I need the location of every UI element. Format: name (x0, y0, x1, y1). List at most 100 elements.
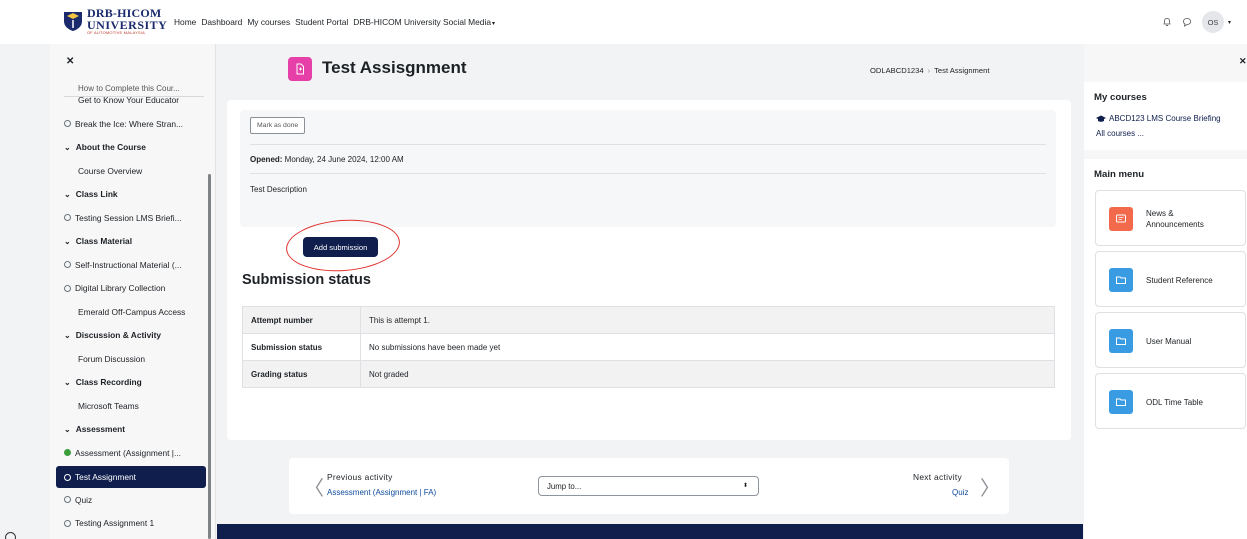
course-index-item[interactable]: Get to Know Your Educator (78, 95, 179, 105)
course-index-item[interactable]: Break the Ice: Where Stran... (64, 119, 183, 129)
previous-activity-link[interactable]: Assessment (Assignment | FA) (327, 488, 436, 497)
chevron-left-icon[interactable]: 〈 (304, 472, 324, 501)
course-index-item[interactable]: Digital Library Collection (64, 283, 165, 293)
message-icon[interactable] (1182, 17, 1192, 27)
breadcrumb-course[interactable]: ODLABCD1234 (870, 66, 924, 75)
table-key: Grading status (242, 360, 361, 388)
my-courses-title: My courses (1094, 92, 1147, 103)
submission-status-table: Attempt number This is attempt 1. Submis… (242, 306, 1055, 388)
all-courses-link[interactable]: All courses ... (1096, 129, 1144, 138)
user-menu[interactable]: OS ▾ (1201, 11, 1231, 33)
mark-as-done-button[interactable]: Mark as done (250, 117, 306, 134)
nav-dashboard[interactable]: Dashboard (201, 17, 242, 27)
course-index-item-label: Get to Know Your Educator (78, 95, 180, 105)
course-index-item-label: Emerald Off-Campus Access (78, 306, 186, 317)
course-index-item[interactable]: Course Overview (78, 166, 142, 176)
chevron-down-icon: ▾ (491, 21, 495, 27)
menu-item-label: User Manual (1146, 337, 1192, 346)
nav-student-portal[interactable]: Student Portal (295, 17, 348, 27)
graduation-cap-icon (1096, 115, 1106, 122)
course-index-item[interactable]: Quiz (64, 495, 92, 505)
chevron-down-icon[interactable]: ⌄ (64, 190, 71, 199)
main-menu-title: Main menu (1094, 169, 1145, 180)
scrollbar[interactable] (208, 174, 211, 539)
close-icon[interactable]: ✕ (66, 56, 74, 67)
menu-item-odl-timetable[interactable]: ODL Time Table (1095, 373, 1246, 429)
next-activity-label: Next activity (913, 472, 963, 482)
assignment-icon (288, 57, 312, 81)
menu-item-label: Student Reference (1146, 276, 1213, 285)
course-index-item[interactable]: Testing Assignment 1 (64, 518, 154, 528)
chevron-down-icon[interactable]: ⌄ (64, 425, 71, 434)
circle-icon (64, 473, 71, 481)
course-index-item-label: About the Course (75, 142, 146, 152)
course-index-item[interactable]: ⌄ Assessment (64, 424, 125, 434)
course-index-item-cut[interactable]: How to Complete this Cour... (78, 84, 180, 93)
nav-home[interactable]: Home (174, 17, 196, 27)
course-index-item[interactable]: Self-Instructional Material (... (64, 260, 182, 270)
nav-my-courses[interactable]: My courses (247, 17, 290, 27)
course-index-item-label: Quiz (75, 494, 93, 505)
table-value: Not graded (360, 360, 1055, 388)
chevron-down-icon[interactable]: ⌄ (64, 331, 71, 340)
course-index-item[interactable]: Emerald Off-Campus Access (78, 307, 185, 317)
course-index-item[interactable]: ⌄ Class Material (64, 236, 132, 246)
course-index-item[interactable]: Test Assignment (56, 466, 206, 488)
next-activity-link[interactable]: Quiz (952, 488, 968, 497)
folder-icon (1109, 268, 1133, 292)
chevron-right-icon[interactable]: 〉 (980, 472, 1000, 501)
course-index-item-label: Assessment (75, 424, 126, 434)
opened-label: Opened: (250, 155, 283, 164)
table-key: Attempt number (242, 306, 361, 334)
course-link-label: ABCD123 LMS Course Briefing (1109, 114, 1221, 123)
chevron-right-icon: › (927, 66, 931, 75)
course-index-item[interactable]: ⌄ Class Recording (64, 377, 142, 387)
course-index-item-label: Course Overview (78, 165, 143, 176)
circle-icon (64, 284, 71, 292)
circle-icon (5, 532, 16, 539)
chevron-down-icon[interactable]: ⌄ (64, 378, 71, 387)
course-index-item-label: Class Material (75, 236, 133, 246)
course-index-item[interactable]: Forum Discussion (78, 354, 145, 364)
university-logo[interactable]: DRB-HICOM UNIVERSITY OF AUTOMOTIVE MALAY… (62, 7, 167, 35)
close-icon[interactable]: ✕ (1239, 56, 1247, 67)
course-index-item-label: Test Assignment (75, 472, 136, 482)
course-index-item[interactable]: ⌄ Class Link (64, 189, 118, 199)
folder-icon (1109, 329, 1133, 353)
bell-icon[interactable] (1162, 17, 1172, 27)
course-index-item[interactable]: ⌄ Discussion & Activity (64, 330, 161, 340)
jump-to-select[interactable]: Jump to... ⬍ (538, 476, 759, 496)
breadcrumb: ODLABCD1234 › Test Assignment (870, 66, 989, 75)
avatar: OS (1201, 11, 1224, 33)
course-link[interactable]: ABCD123 LMS Course Briefing (1096, 114, 1221, 123)
circle-icon (64, 519, 71, 527)
folder-icon (1109, 390, 1133, 414)
course-index-item-label: Class Link (75, 189, 118, 199)
previous-activity-label: Previous activity (327, 472, 393, 482)
chevron-down-icon[interactable]: ⌄ (64, 143, 71, 152)
chevron-down-icon: ▾ (1227, 19, 1231, 26)
chevron-down-icon[interactable]: ⌄ (64, 237, 71, 246)
circle-icon (64, 214, 71, 221)
menu-item-label: ODL Time Table (1146, 398, 1203, 407)
primary-navigation: Home Dashboard My courses Student Portal… (174, 17, 495, 27)
submission-status-heading: Submission status (242, 272, 371, 288)
course-index-item[interactable]: ⌄ About the Course (64, 142, 146, 152)
breadcrumb-current[interactable]: Test Assignment (934, 66, 989, 75)
course-index-item[interactable]: Microsoft Teams (78, 401, 139, 411)
table-row: Attempt number This is attempt 1. (242, 306, 1055, 334)
menu-item-label: News & Announcements (1146, 209, 1204, 229)
opened-value: Monday, 24 June 2024, 12:00 AM (282, 155, 404, 164)
select-arrows-icon: ⬍ (742, 483, 748, 489)
course-index-item[interactable]: Testing Session LMS Briefi... (64, 213, 182, 223)
menu-item-user-manual[interactable]: User Manual (1095, 312, 1246, 368)
menu-item-news[interactable]: News & Announcements (1095, 190, 1246, 246)
forum-icon (1109, 207, 1133, 231)
divider (250, 173, 1046, 174)
course-index-item-label: Testing Session LMS Briefi... (75, 212, 182, 223)
course-index-item-label: Forum Discussion (78, 353, 146, 364)
course-index-item[interactable]: Assessment (Assignment |... (64, 448, 181, 458)
nav-social-media[interactable]: DRB-HICOM University Social Media▾ (353, 17, 495, 27)
menu-item-student-reference[interactable]: Student Reference (1095, 251, 1246, 307)
table-value: This is attempt 1. (360, 306, 1055, 334)
